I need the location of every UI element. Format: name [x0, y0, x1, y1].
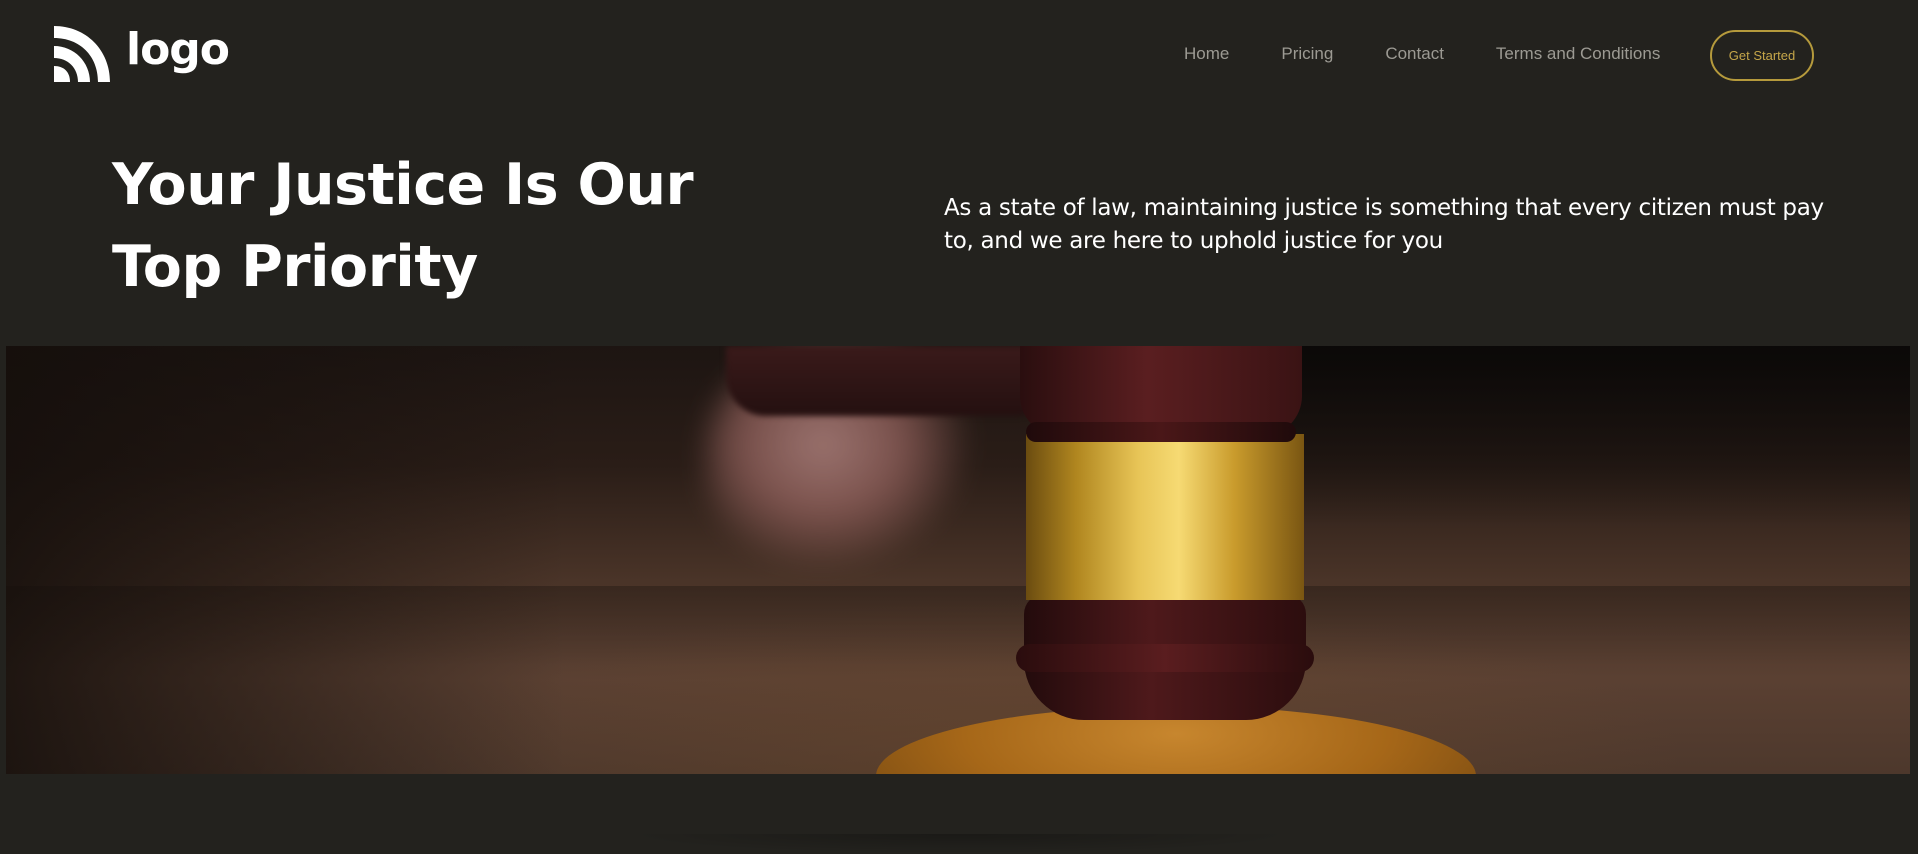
nav-link-pricing[interactable]: Pricing [1281, 44, 1333, 64]
hero-description: As a state of law, maintaining justice i… [944, 195, 1824, 254]
image-shadow-right [1270, 346, 1910, 526]
hero-title: Your Justice Is Our Top Priority [112, 144, 732, 308]
hero-title-line-2: Top Priority [112, 234, 478, 300]
landing-page: logo Home Pricing Contact Terms and Cond… [0, 0, 1918, 854]
nav-link-home[interactable]: Home [1184, 44, 1229, 64]
signal-arcs-logo-icon [54, 26, 110, 82]
main-nav: Home Pricing Contact Terms and Condition… [1184, 44, 1660, 64]
gavel-head-collar [1026, 422, 1296, 442]
gavel-handle [726, 346, 1056, 416]
nav-link-contact[interactable]: Contact [1385, 44, 1444, 64]
logo-text: logo [126, 24, 230, 75]
get-started-button[interactable]: Get Started [1710, 30, 1814, 81]
section-divider-shadow [620, 834, 1300, 854]
hero-gavel-image [6, 346, 1910, 774]
nav-link-terms[interactable]: Terms and Conditions [1496, 44, 1660, 64]
hero-title-line-1: Your Justice Is Our [112, 152, 694, 218]
gavel-head-ring [1016, 644, 1314, 672]
logo[interactable]: logo [52, 24, 230, 82]
gavel-gold-band [1026, 434, 1304, 600]
image-shadow-left [6, 346, 566, 774]
